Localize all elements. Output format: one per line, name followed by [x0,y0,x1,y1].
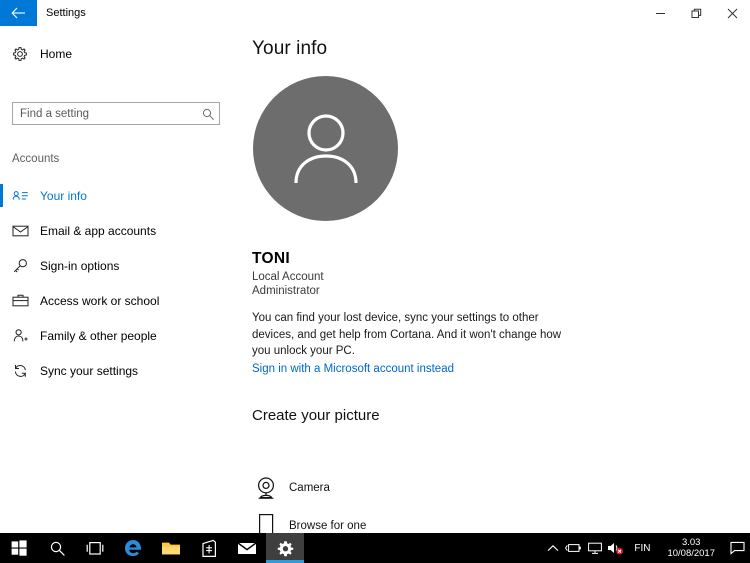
camera-label: Camera [289,482,330,494]
taskbar-settings-button[interactable] [266,533,304,563]
language-indicator[interactable]: FIN [626,533,658,563]
sidebar-item-your-info[interactable]: Your info [0,178,233,213]
gear-icon [0,46,40,62]
briefcase-icon [0,293,40,308]
browse-label: Browse for one [289,520,367,532]
account-role: Administrator [252,285,320,297]
settings-window: Settings Home Find a setting Accounts Yo… [0,0,750,563]
account-description: You can find your lost device, sync your… [252,312,562,357]
person-add-icon [0,328,40,343]
page-title: Your info [252,38,328,59]
account-type: Local Account [252,271,324,283]
task-view-button[interactable] [76,533,114,563]
clock-time: 3.03 [681,537,701,548]
sidebar-item-family-other-people[interactable]: Family & other people [0,318,233,353]
back-arrow-icon [11,7,25,19]
battery-button[interactable] [563,533,584,563]
start-button[interactable] [0,533,38,563]
restore-icon [691,8,701,18]
selection-indicator [0,289,3,312]
minimize-button[interactable] [642,0,678,26]
network-icon [587,542,602,554]
chevron-up-icon [547,544,559,551]
sidebar-nav-list: Your info Email & app accounts Sign-in o… [0,178,233,388]
store-bag-icon [202,539,216,557]
selection-indicator [0,324,3,347]
avatar[interactable] [253,76,398,221]
title-bar: Settings [0,0,750,26]
sidebar-item-home[interactable]: Home [0,40,233,68]
back-button[interactable] [0,0,37,26]
selection-indicator [0,219,3,242]
action-center-icon [729,541,745,555]
envelope-icon [0,224,40,237]
sidebar-item-label: Sync your settings [40,363,139,378]
minimize-icon [655,12,665,14]
network-button[interactable] [584,533,605,563]
search-icon [50,541,65,556]
account-name: TONI [252,250,290,267]
search-icon[interactable] [197,107,219,121]
close-icon [727,8,737,18]
windows-logo-icon [11,540,27,556]
search-input[interactable] [13,103,197,124]
sidebar-item-label: Sign-in options [40,258,120,273]
sidebar-item-sign-in-options[interactable]: Sign-in options [0,248,233,283]
speaker-muted-icon [608,543,624,555]
sync-icon [0,363,40,379]
contact-card-icon [0,189,40,203]
camera-option[interactable]: Camera [248,471,468,505]
edge-icon [125,540,141,556]
clock-date: 10/08/2017 [667,548,715,559]
taskbar-search-button[interactable] [38,533,76,563]
battery-charging-icon [565,544,582,552]
file-explorer-button[interactable] [152,533,190,563]
action-center-button[interactable] [724,533,750,563]
sidebar: Home Accounts [0,26,233,533]
selection-indicator [0,359,3,382]
window-controls [642,0,750,26]
webcam-icon [248,476,284,500]
sign-in-microsoft-account-link[interactable]: Sign in with a Microsoft account instead [252,363,454,375]
selection-indicator [0,184,3,207]
system-tray: FIN 3.03 10/08/2017 [542,533,750,563]
search-box[interactable] [12,102,220,125]
sidebar-item-label: Access work or school [40,293,160,308]
key-icon [0,258,40,274]
sidebar-item-label: Email & app accounts [40,223,157,238]
sidebar-item-label: Your info [40,188,87,203]
sidebar-item-sync-your-settings[interactable]: Sync your settings [0,353,233,388]
close-button[interactable] [714,0,750,26]
volume-button[interactable] [605,533,626,563]
show-hidden-icons-button[interactable] [542,533,563,563]
edge-button[interactable] [114,533,152,563]
person-avatar-icon [293,113,358,183]
gear-icon [277,540,293,556]
sidebar-item-access-work-or-school[interactable]: Access work or school [0,283,233,318]
sidebar-item-label: Family & other people [40,328,157,343]
sidebar-home-label: Home [40,47,73,61]
window-title: Settings [46,7,86,19]
task-view-icon [86,541,104,555]
taskbar: FIN 3.03 10/08/2017 [0,533,750,563]
restore-button[interactable] [678,0,714,26]
selection-indicator [0,254,3,277]
mail-button[interactable] [228,533,266,563]
store-button[interactable] [190,533,228,563]
mail-icon [237,541,257,554]
sidebar-item-email-app-accounts[interactable]: Email & app accounts [0,213,233,248]
create-picture-title: Create your picture [252,407,380,424]
clock[interactable]: 3.03 10/08/2017 [658,533,724,563]
folder-icon [162,542,180,554]
sidebar-group-label: Accounts [12,153,60,165]
main-content: Your info TONI Local Account Administrat… [233,26,750,538]
